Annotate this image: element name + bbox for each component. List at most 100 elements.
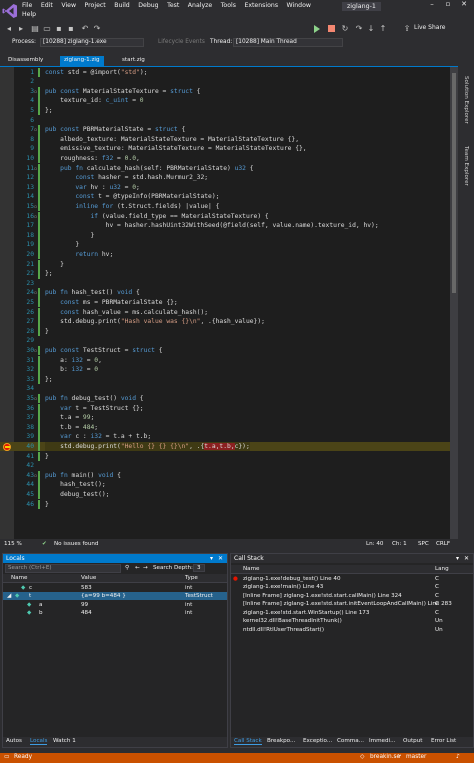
row-value[interactable]: 99 bbox=[81, 601, 88, 609]
code-line[interactable]: 8 albedo_texture: MaterialStateTexture =… bbox=[0, 134, 458, 145]
table-row[interactable]: ● ziglang-1.exe!debug_test() Line 40 C bbox=[231, 574, 473, 583]
tab-output[interactable]: Output bbox=[403, 738, 422, 744]
code-line[interactable]: 16 ▫ if (value.field_type == MaterialStat… bbox=[0, 211, 458, 222]
frame-name[interactable]: kernel32.dll!BaseThreadInitThunk() bbox=[243, 617, 342, 625]
menu-file[interactable]: File bbox=[22, 1, 32, 10]
collapse-icon[interactable]: ▫ bbox=[34, 290, 40, 296]
code-line[interactable]: 46} bbox=[0, 499, 458, 510]
notifications-icon[interactable]: ♪ bbox=[456, 754, 460, 760]
table-row[interactable]: [Inline Frame] ziglang-1.exe!std.start.c… bbox=[231, 591, 473, 600]
breakpoint-current-icon[interactable] bbox=[3, 442, 11, 451]
collapse-icon[interactable]: ▫ bbox=[34, 473, 40, 479]
tab-immediate-window[interactable]: Immedi... bbox=[369, 738, 395, 744]
code-line[interactable]: 34 bbox=[0, 384, 458, 394]
col-lang[interactable]: Lang bbox=[435, 566, 449, 572]
code-line[interactable]: 23 bbox=[0, 279, 458, 289]
issues-status[interactable]: No issues found bbox=[54, 541, 98, 547]
menu-project[interactable]: Project bbox=[85, 1, 106, 10]
back-icon[interactable]: ◂ bbox=[4, 24, 14, 34]
table-row[interactable]: [Inline Frame] ziglang-1.exe!std.start.i… bbox=[231, 600, 473, 609]
table-row[interactable]: ntdll.dll!RtlUserThreadStart() Un bbox=[231, 625, 473, 634]
row-value[interactable]: {a=99 b=484 } bbox=[81, 592, 126, 600]
menu-help[interactable]: Help bbox=[22, 10, 36, 19]
tab-ziglang-1-zig[interactable]: ziglang-1.zig bbox=[60, 56, 104, 66]
code-line[interactable]: 30 ▫ pub const TestStruct = struct { bbox=[0, 345, 458, 356]
code-line[interactable]: 19 } bbox=[0, 240, 458, 250]
frame-name[interactable]: [Inline Frame] ziglang-1.exe!std.start.i… bbox=[243, 600, 452, 608]
live-share-icon[interactable]: ⇪ bbox=[402, 24, 412, 34]
code-line[interactable]: 36 var t = TestStruct {}; bbox=[0, 403, 458, 414]
menu-view[interactable]: View bbox=[61, 1, 76, 10]
whitespace-mode[interactable]: SPC bbox=[418, 541, 429, 547]
code-line[interactable]: 21 } bbox=[0, 259, 458, 270]
frame-name[interactable]: ntdll.dll!RtlUserThreadStart() bbox=[243, 626, 324, 634]
tab-watch-1[interactable]: Watch 1 bbox=[53, 738, 76, 744]
code-line[interactable]: 20 return hv; bbox=[0, 249, 458, 260]
tab-disassembly[interactable]: Disassembly bbox=[4, 56, 47, 66]
table-row[interactable]: ◆ a 99 int bbox=[3, 600, 227, 609]
code-line[interactable]: 41} bbox=[0, 451, 458, 462]
code-line[interactable]: 2 bbox=[0, 77, 458, 87]
code-line[interactable]: 44 hash_test(); bbox=[0, 480, 458, 490]
col-name[interactable]: Name bbox=[243, 566, 260, 572]
code-line[interactable]: 15 ▫ inline for (t.Struct.fields) |value|… bbox=[0, 201, 458, 212]
tab-autos[interactable]: Autos bbox=[6, 738, 22, 744]
collapse-icon[interactable]: ▫ bbox=[34, 89, 40, 95]
row-value[interactable]: 583 bbox=[81, 584, 92, 592]
collapse-icon[interactable]: ▫ bbox=[34, 127, 40, 133]
tab-command-window[interactable]: Comma... bbox=[337, 738, 364, 744]
code-line[interactable]: 25 const ms = PBRMaterialState {}; bbox=[0, 297, 458, 308]
tab-error-list[interactable]: Error List bbox=[431, 738, 456, 744]
back-arrow-icon[interactable]: ← bbox=[135, 565, 140, 571]
stop-debugging-icon[interactable] bbox=[328, 25, 335, 32]
pin-icon[interactable]: ▾ bbox=[210, 554, 213, 563]
table-row[interactable]: ◆ b 484 int bbox=[3, 609, 227, 618]
menu-extensions[interactable]: Extensions bbox=[244, 1, 278, 10]
code-line[interactable]: 18 } bbox=[0, 230, 458, 241]
tab-exception-settings[interactable]: Exceptio... bbox=[303, 738, 332, 744]
close-panel-icon[interactable]: ✕ bbox=[218, 554, 223, 563]
menu-window[interactable]: Window bbox=[287, 1, 311, 10]
collapse-icon[interactable]: ▫ bbox=[34, 204, 40, 210]
repo-name[interactable]: breakin.se bbox=[370, 754, 400, 760]
collapse-icon[interactable]: ▫ bbox=[34, 348, 40, 354]
open-folder-icon[interactable]: ▭ bbox=[42, 24, 52, 34]
table-row[interactable]: kernel32.dll!BaseThreadInitThunk() Un bbox=[231, 617, 473, 626]
code-line[interactable]: 17 hv = hasher.hashUint32WithSeed(@field… bbox=[0, 221, 458, 231]
table-row[interactable]: ziglang-1.exe!main() Line 43 C bbox=[231, 583, 473, 592]
code-line[interactable]: 29 bbox=[0, 336, 458, 346]
code-editor[interactable]: 1 const std = @import("std"); 2 3 ▫ pub const… bbox=[0, 67, 458, 539]
col-type[interactable]: Type bbox=[185, 575, 198, 581]
code-line[interactable]: 10 roughness: f32 = 0.0, bbox=[0, 153, 458, 164]
menu-edit[interactable]: Edit bbox=[41, 1, 53, 10]
live-share-button[interactable]: Live Share bbox=[414, 24, 445, 31]
frame-name[interactable]: ziglang-1.exe!debug_test() Line 40 bbox=[243, 575, 341, 583]
save-all-icon[interactable]: ▪ bbox=[66, 24, 76, 34]
table-row[interactable]: ◆ c 583 int bbox=[3, 583, 227, 592]
code-line[interactable]: 13 var hv : u32 = 0; bbox=[0, 182, 458, 193]
expand-chevron-icon[interactable]: ◢ bbox=[7, 592, 11, 600]
minimize-icon[interactable]: – bbox=[424, 0, 440, 8]
col-value[interactable]: Value bbox=[81, 575, 96, 581]
save-icon[interactable]: ▪ bbox=[54, 24, 64, 34]
forward-icon[interactable]: ▸ bbox=[16, 24, 26, 34]
close-panel-icon[interactable]: ✕ bbox=[464, 554, 469, 563]
menu-tools[interactable]: Tools bbox=[221, 1, 236, 10]
collapse-icon[interactable]: ▫ bbox=[34, 214, 40, 220]
maximize-icon[interactable]: ▫ bbox=[440, 0, 456, 8]
tab-start-zig[interactable]: start.zig bbox=[118, 56, 149, 66]
branch-name[interactable]: master bbox=[406, 754, 426, 760]
code-line[interactable]: 42 bbox=[0, 461, 458, 471]
code-line[interactable]: 3 ▫ pub const MaterialStateTexture = struc… bbox=[0, 86, 458, 97]
code-line[interactable]: 43 ▫ pub fn main() void { bbox=[0, 470, 458, 481]
code-line[interactable]: 26 const hash_value = ms.calculate_hash(… bbox=[0, 307, 458, 318]
frame-name[interactable]: ziglang-1.exe!std.start.WinStartup() Lin… bbox=[243, 609, 369, 617]
search-icon[interactable]: ⚲ bbox=[125, 565, 129, 571]
lifecycle-events-button[interactable]: Lifecycle Events bbox=[158, 39, 205, 45]
scrollbar-thumb[interactable] bbox=[452, 73, 456, 293]
search-depth-dropdown[interactable]: 3 bbox=[193, 564, 205, 572]
process-dropdown[interactable]: [10288] ziglang-1.exe bbox=[40, 38, 144, 47]
code-line[interactable]: 22}; bbox=[0, 269, 458, 279]
code-line[interactable]: 45 debug_test(); bbox=[0, 489, 458, 500]
source-control-icon[interactable]: ◇ bbox=[360, 754, 364, 760]
